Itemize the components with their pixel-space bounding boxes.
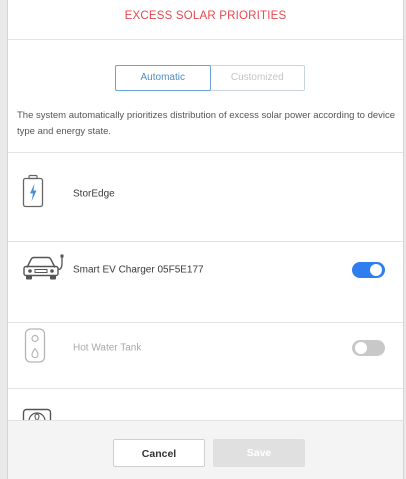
save-button[interactable]: Save [213,439,305,467]
device-row-hot-water-tank: Hot Water Tank [8,323,403,373]
mode-toggle: Automatic Customized [115,65,305,91]
device-name: Smart EV Charger 05F5E177 [73,264,204,276]
device-row-storedge: StorEdge [8,169,403,219]
battery-icon [22,174,44,214]
water-heater-icon [24,328,46,369]
toggle-knob [370,264,382,276]
row-divider [8,388,403,389]
dialog-title: EXCESS SOLAR PRIORITIES [124,10,287,22]
hot-water-tank-toggle[interactable] [352,340,385,356]
mode-description: The system automatically prioritizes dis… [17,110,396,137]
cancel-button[interactable]: Cancel [113,439,205,467]
row-divider [8,241,403,242]
device-name: StorEdge [73,188,115,200]
title-divider [8,39,403,40]
description-divider [8,152,403,153]
toggle-knob [355,342,367,354]
dialog: EXCESS SOLAR PRIORITIES Automatic Custom… [7,0,404,479]
ev-charger-toggle[interactable] [352,262,385,278]
device-name: Hot Water Tank [73,342,142,354]
ev-charger-icon [22,254,66,287]
tab-automatic[interactable]: Automatic [115,65,211,91]
tab-customized[interactable]: Customized [211,66,305,90]
device-row-ev-charger: Smart EV Charger 05F5E177 [8,245,403,295]
dialog-footer: Cancel Save [8,420,403,479]
